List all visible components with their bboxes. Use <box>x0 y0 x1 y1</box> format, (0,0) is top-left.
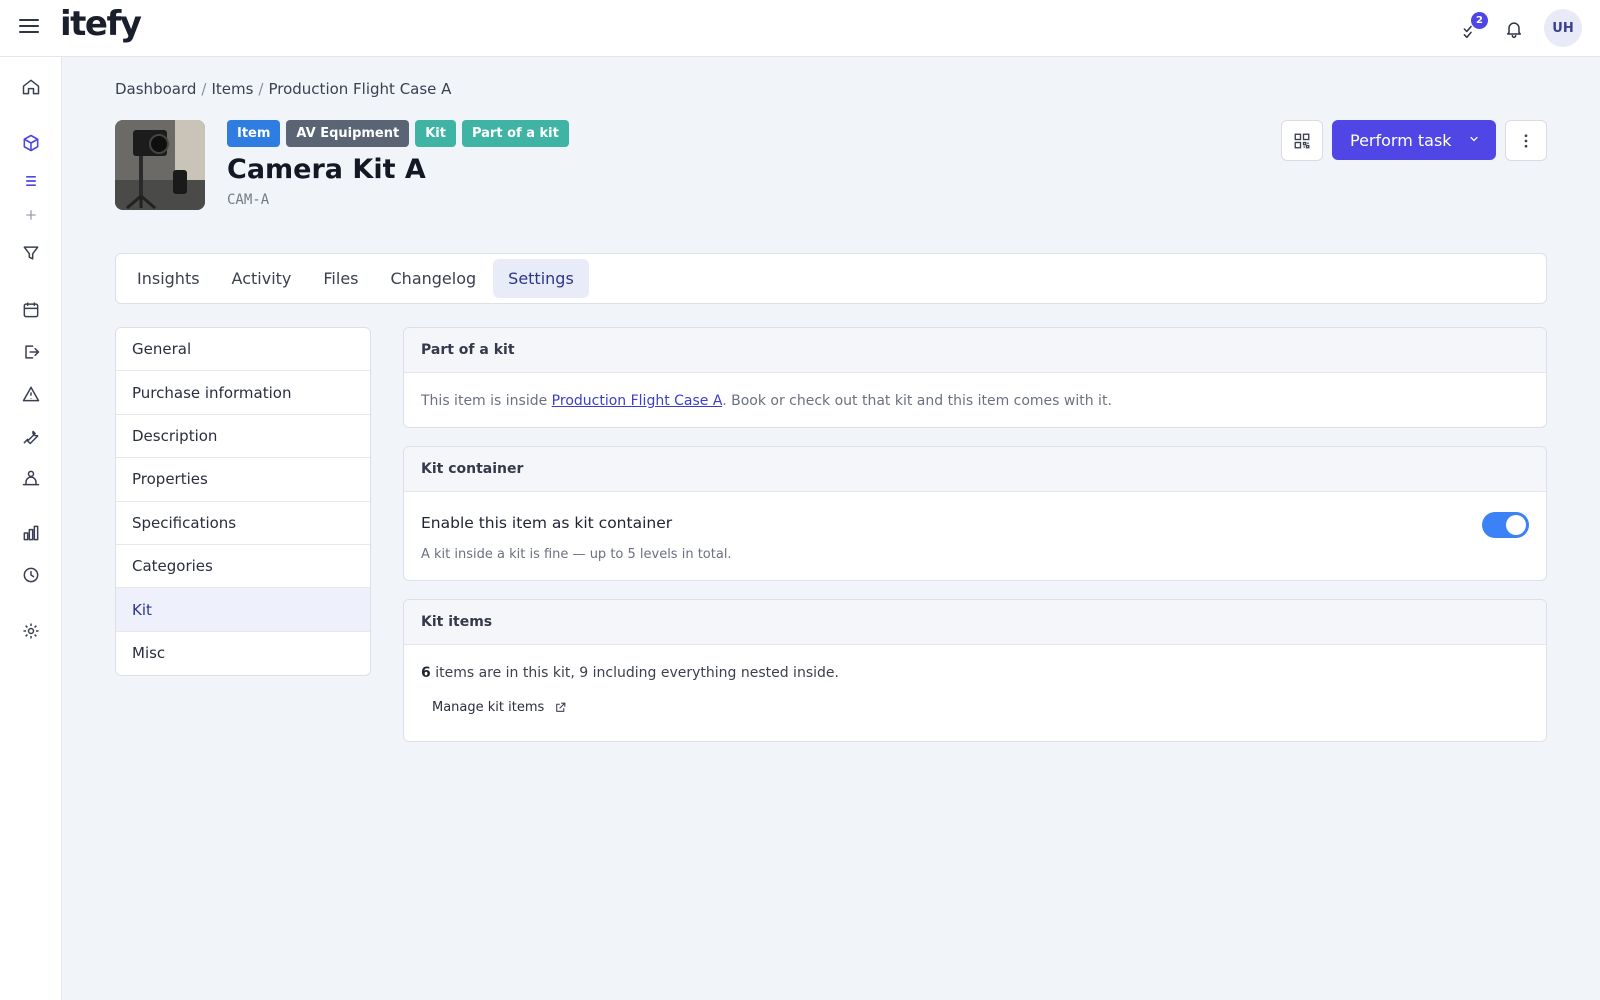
calendar-icon[interactable] <box>19 298 43 322</box>
tab-files[interactable]: Files <box>308 259 373 298</box>
wrench-icon[interactable] <box>19 424 43 448</box>
parent-kit-link[interactable]: Production Flight Case A <box>552 393 723 409</box>
tag-item: Item <box>227 120 281 147</box>
kit-container-toggle-label: Enable this item as kit container <box>421 514 673 532</box>
qr-code-button[interactable] <box>1281 120 1323 161</box>
tag-category: AV Equipment <box>286 120 410 147</box>
perform-task-label: Perform task <box>1350 130 1452 150</box>
part-of-kit-heading: Part of a kit <box>404 328 1546 373</box>
box-icon[interactable] <box>19 131 43 155</box>
menu-icon[interactable] <box>19 19 39 39</box>
settings-nav: General Purchase information Description… <box>115 327 371 677</box>
perform-task-button[interactable]: Perform task <box>1332 120 1496 160</box>
breadcrumb: Dashboard / Items / Production Flight Case A <box>115 80 452 98</box>
more-options-button[interactable] <box>1505 120 1547 161</box>
item-code: CAM-A <box>227 192 270 208</box>
tag-kit: Kit <box>415 120 456 147</box>
manage-kit-items-link[interactable]: Manage kit items <box>432 700 567 715</box>
top-bar: itefy 2 UH <box>0 0 1600 57</box>
settings-nav-general[interactable]: General <box>116 328 370 372</box>
tag-part-of-kit: Part of a kit <box>461 120 569 147</box>
kit-items-panel: Kit items 6 items are in this kit, 9 inc… <box>403 599 1547 742</box>
part-of-kit-panel: Part of a kit This item is inside Produc… <box>403 327 1547 428</box>
external-link-icon <box>556 702 566 712</box>
add-icon[interactable] <box>19 203 43 227</box>
item-thumbnail[interactable] <box>115 120 205 210</box>
settings-nav-specifications[interactable]: Specifications <box>116 502 370 545</box>
chevron-down-icon <box>1470 136 1478 142</box>
more-vertical-icon <box>1524 133 1528 148</box>
item-tabs: Insights Activity Files Changelog Settin… <box>115 253 1547 304</box>
user-avatar[interactable]: UH <box>1544 9 1582 47</box>
tab-settings[interactable]: Settings <box>493 259 589 298</box>
checkout-icon[interactable] <box>19 340 43 364</box>
settings-gear-icon[interactable] <box>19 619 43 643</box>
settings-nav-description[interactable]: Description <box>116 415 370 459</box>
history-icon[interactable] <box>19 563 43 587</box>
kit-container-hint: A kit inside a kit is fine — up to 5 lev… <box>421 547 732 562</box>
part-of-kit-text: This item is inside Production Flight Ca… <box>421 393 1112 409</box>
settings-nav-categories[interactable]: Categories <box>116 545 370 589</box>
app-logo[interactable]: itefy <box>60 4 142 44</box>
chart-icon[interactable] <box>19 521 43 545</box>
tab-activity[interactable]: Activity <box>217 259 307 298</box>
team-icon[interactable] <box>19 466 43 490</box>
item-tags: Item AV Equipment Kit Part of a kit <box>227 120 569 147</box>
kit-container-toggle[interactable] <box>1482 512 1529 538</box>
settings-nav-purchase-information[interactable]: Purchase information <box>116 371 370 415</box>
settings-nav-kit[interactable]: Kit <box>116 588 370 632</box>
kit-container-panel: Kit container Enable this item as kit co… <box>403 446 1547 581</box>
breadcrumb-dashboard[interactable]: Dashboard <box>115 80 196 98</box>
page-title: Camera Kit A <box>227 154 426 185</box>
settings-nav-misc[interactable]: Misc <box>116 632 370 675</box>
kit-container-heading: Kit container <box>404 447 1546 492</box>
breadcrumb-current[interactable]: Production Flight Case A <box>268 80 451 98</box>
home-icon[interactable] <box>19 75 43 99</box>
kit-items-heading: Kit items <box>404 600 1546 645</box>
tab-changelog[interactable]: Changelog <box>376 259 492 298</box>
left-rail <box>0 57 62 1000</box>
kit-items-summary: 6 items are in this kit, 9 including eve… <box>421 665 839 681</box>
toggle-knob <box>1506 515 1526 535</box>
settings-nav-properties[interactable]: Properties <box>116 458 370 502</box>
breadcrumb-items[interactable]: Items <box>211 80 253 98</box>
warning-icon[interactable] <box>19 382 43 406</box>
qr-code-icon <box>1294 133 1310 148</box>
tab-insights[interactable]: Insights <box>122 259 215 298</box>
list-icon[interactable] <box>19 169 43 193</box>
filter-icon[interactable] <box>19 241 43 265</box>
bell-icon[interactable] <box>1501 16 1527 42</box>
tasks-count-badge: 2 <box>1471 12 1488 29</box>
